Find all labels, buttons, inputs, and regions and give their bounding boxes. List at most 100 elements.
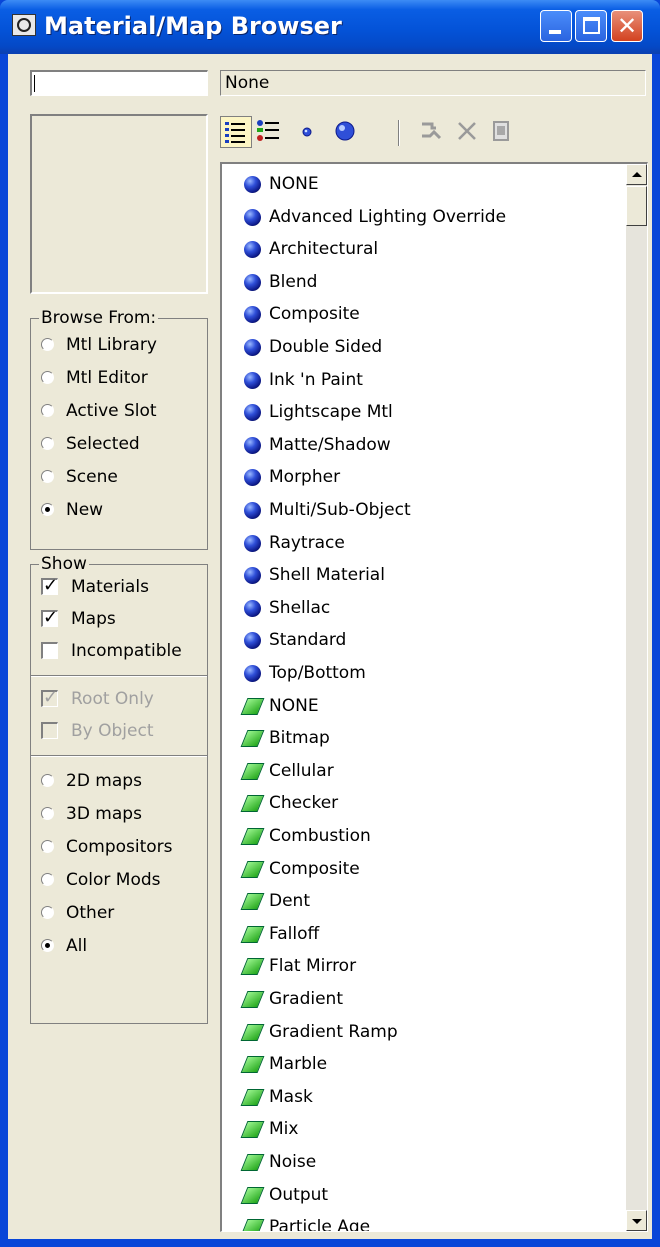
- radio-button[interactable]: [41, 939, 54, 952]
- name-input[interactable]: [30, 70, 208, 96]
- list-item-label: Dent: [269, 891, 310, 911]
- radio-button[interactable]: [41, 437, 54, 450]
- incompatible-label: Incompatible: [71, 641, 182, 661]
- list-item-label: Bitmap: [269, 728, 330, 748]
- list-item-label: Noise: [269, 1152, 317, 1172]
- material-sphere-icon: [244, 372, 261, 389]
- material-sphere-icon: [244, 535, 261, 552]
- material-sphere-icon: [244, 437, 261, 454]
- materials-checkbox-box[interactable]: ✓: [41, 575, 58, 596]
- material-sphere-icon: [244, 274, 261, 291]
- root-only-checkbox-box[interactable]: ✓: [41, 687, 58, 708]
- list-item-label: Particle Age: [269, 1217, 371, 1232]
- maximize-button[interactable]: [575, 10, 607, 42]
- list-item-label: Flat Mirror: [269, 956, 357, 976]
- browser-client-area: None Browse From: Mtl Library Mtl Editor A…: [8, 54, 652, 1239]
- map-parallelogram-icon: [240, 893, 265, 910]
- material-sphere-icon: [244, 502, 261, 519]
- incompatible-checkbox-box[interactable]: [41, 642, 58, 659]
- view-small-icons-icon[interactable]: [292, 116, 324, 148]
- radio-label: Selected: [66, 434, 140, 454]
- map-parallelogram-icon: [240, 1219, 265, 1231]
- scroll-down-button[interactable]: [626, 1210, 647, 1231]
- material-sphere-icon: [244, 241, 261, 258]
- list-item-label: Combustion: [269, 826, 371, 846]
- radio-button[interactable]: [41, 404, 54, 417]
- arrow-up-icon: [632, 172, 642, 177]
- material-preview: [30, 114, 208, 294]
- map-parallelogram-icon: [240, 1056, 265, 1073]
- toolbar-separator: [398, 120, 400, 146]
- radio-label: Active Slot: [66, 401, 157, 421]
- radio-button[interactable]: [41, 338, 54, 351]
- map-parallelogram-icon: [240, 1024, 265, 1041]
- list-item-label: NONE: [269, 174, 319, 194]
- clear-material-library-icon[interactable]: [486, 116, 518, 148]
- maximize-icon: [583, 17, 600, 34]
- radio-button[interactable]: [41, 873, 54, 886]
- close-icon: ✕: [616, 12, 638, 40]
- radio-button[interactable]: [41, 807, 54, 820]
- map-parallelogram-icon: [240, 861, 265, 878]
- root-only-label: Root Only: [71, 689, 154, 709]
- scroll-thumb[interactable]: [626, 186, 647, 226]
- view-list-icons-icon[interactable]: [254, 116, 286, 148]
- show-group: Show ✓ Materials ✓ Maps Incompatible ✓ R…: [30, 554, 208, 1024]
- map-parallelogram-icon: [240, 1089, 265, 1106]
- radio-button[interactable]: [41, 840, 54, 853]
- list-item-label: Cellular: [269, 761, 334, 781]
- radio-button[interactable]: [41, 470, 54, 483]
- radio-button[interactable]: [41, 774, 54, 787]
- list-item-label: Shell Material: [269, 565, 385, 585]
- list-item-label: Shellac: [269, 598, 331, 618]
- maps-checkbox-box[interactable]: ✓: [41, 607, 58, 628]
- map-parallelogram-icon: [240, 795, 265, 812]
- radio-label: Other: [66, 903, 115, 923]
- radio-button[interactable]: [41, 371, 54, 384]
- update-scene-materials-icon[interactable]: [416, 116, 448, 148]
- type-display: None: [220, 70, 646, 96]
- radio-label: Color Mods: [66, 870, 161, 890]
- material-sphere-icon: [244, 665, 261, 682]
- material-sphere-icon: [244, 567, 261, 584]
- title-bar[interactable]: Material/Map Browser ✕: [0, 0, 660, 54]
- app-logo-icon[interactable]: [12, 14, 36, 36]
- radio-label: Mtl Editor: [66, 368, 148, 388]
- list-item-label: Ink 'n Paint: [269, 370, 363, 390]
- material-sphere-icon: [244, 404, 261, 421]
- vertical-scrollbar[interactable]: [626, 164, 647, 1231]
- radio-button[interactable]: [41, 906, 54, 919]
- view-large-icons-icon[interactable]: [330, 116, 362, 148]
- list-item-label: NONE: [269, 696, 319, 716]
- delete-from-library-icon[interactable]: [452, 116, 484, 148]
- radio-button[interactable]: [41, 503, 54, 516]
- material-sphere-icon: [244, 306, 261, 323]
- list-item-label: Lightscape Mtl: [269, 402, 393, 422]
- minimize-icon: [549, 30, 561, 34]
- by-object-checkbox-box[interactable]: [41, 722, 58, 739]
- radio-label: Compositors: [66, 837, 173, 857]
- radio-label: 3D maps: [66, 804, 142, 824]
- list-item-label: Morpher: [269, 467, 341, 487]
- close-button[interactable]: ✕: [611, 10, 643, 42]
- list-item-label: Checker: [269, 793, 339, 813]
- window-title: Material/Map Browser: [44, 12, 342, 40]
- map-parallelogram-icon: [240, 1121, 265, 1138]
- material-sphere-icon: [244, 339, 261, 356]
- material-map-list[interactable]: NONE Advanced Lighting Override Architectu…: [220, 162, 648, 1232]
- map-parallelogram-icon: [240, 828, 265, 845]
- list-item-label: Blend: [269, 272, 318, 292]
- browser-toolbar: [220, 116, 646, 152]
- radio-label: Scene: [66, 467, 118, 487]
- list-item-label: Top/Bottom: [269, 663, 366, 683]
- map-parallelogram-icon: [240, 730, 265, 747]
- material-sphere-icon: [244, 600, 261, 617]
- minimize-button[interactable]: [540, 10, 572, 42]
- list-item-label: Marble: [269, 1054, 328, 1074]
- scroll-up-button[interactable]: [626, 164, 647, 185]
- check-mark-icon: ✓: [43, 607, 59, 628]
- material-sphere-icon: [244, 469, 261, 486]
- list-item-label: Mix: [269, 1119, 299, 1139]
- view-list-icon[interactable]: [220, 116, 252, 148]
- material-sphere-icon: [244, 209, 261, 226]
